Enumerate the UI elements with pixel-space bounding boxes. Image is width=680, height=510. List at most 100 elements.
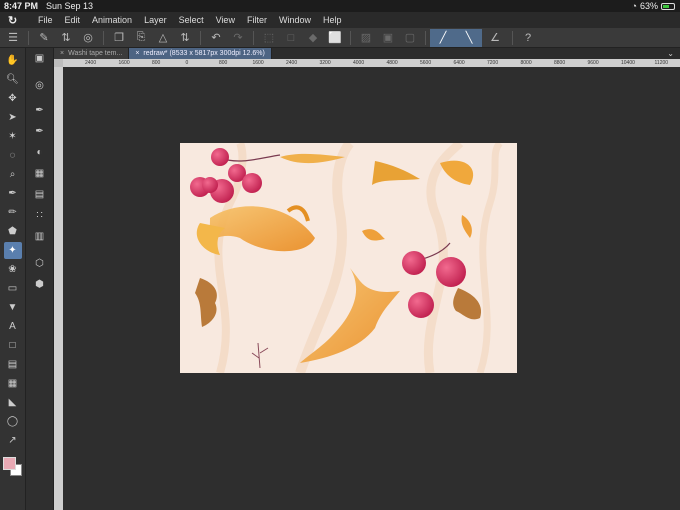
fill-icon[interactable]: ▼ [4,299,22,316]
gradient-icon[interactable]: ▤ [4,356,22,373]
ruler-tick-label: 7200 [487,60,499,66]
figure-icon[interactable]: □ [4,337,22,354]
ruler-tick-label: 4800 [386,60,398,66]
ruler-horizontal: 2400 1600 800 0 800 1600 2400 3200 4000 4800 5600 6… [63,59,680,67]
status-right: ◔ 63% [632,1,675,11]
ruler-tick-label: 5600 [420,60,432,66]
ruler-tick-label: 10400 [621,60,635,66]
ink-icon[interactable]: ⬟ [4,223,22,240]
new-canvas-icon[interactable]: ✎ [33,29,55,47]
menu-animation[interactable]: Animation [92,15,132,25]
decoration-icon[interactable]: ❀ [4,261,22,278]
main-color-swatch[interactable] [2,457,16,470]
color-wheel-icon[interactable]: ◐ [30,142,50,162]
app-logo-icon[interactable]: ↻ [8,14,26,27]
battery-percent: 63% [639,1,658,11]
intermediate-icon[interactable]: ▤ [30,184,50,204]
ruler-tick-label: 800 [152,60,161,66]
ios-status-bar: 8:47 PM Sun Sep 13 ◔ 63% [0,0,680,12]
crop-icon[interactable]: ⬜ [324,29,346,47]
pen-stabilize-icon[interactable]: ╱ [430,28,456,47]
lasso-icon[interactable]: ◌ [4,147,22,164]
select-all-icon[interactable]: ⬚ [258,29,280,47]
sort-icon-2[interactable]: ⇅ [174,29,196,47]
layer-icon[interactable]: ▣ [30,48,50,68]
frame-icon[interactable]: ▦ [4,375,22,392]
ruler-tick-label: 0 [185,60,189,66]
artwork-canvas[interactable] [180,143,517,373]
ruler-tick-label: 2400 [286,60,298,66]
pen-icon[interactable]: ✒ [4,185,22,202]
ruler-corner [54,59,63,67]
tool-palette: ✋ 🔍︎ ✥ ➤ ✶ ◌ ⌕ ✒ ✏ ⬟ ✦ ❀ ▭ ▼ A □ ▤ ▦ ◣ ◯… [0,48,26,510]
ruler-vertical [54,67,63,510]
eraser-icon[interactable]: ▭ [4,280,22,297]
menu-filter[interactable]: Filter [247,15,267,25]
move-icon[interactable]: ✥ [4,90,22,107]
ruler-tick-label: 4000 [353,60,365,66]
wifi-icon: ◔ [631,1,637,11]
material-icon[interactable]: ▥ [30,226,50,246]
tab-washi[interactable]: × Washi tape tem... [54,48,130,59]
expand-icon[interactable]: ▣ [377,29,399,47]
close-icon[interactable]: × [60,50,64,57]
operation-icon[interactable]: ➤ [4,109,22,126]
menu-select[interactable]: Select [179,15,204,25]
brush-size-icon[interactable]: ✒ [30,121,50,141]
tool-property-icon[interactable]: ✒ [30,100,50,120]
ruler-tick-label: 1600 [118,60,130,66]
menu-help[interactable]: Help [323,15,342,25]
help-icon[interactable]: ? [517,29,539,47]
menu-window[interactable]: Window [279,15,311,25]
clip-studio-window: 8:47 PM Sun Sep 13 ◔ 63% ↻ File Edit Ani… [0,0,680,510]
shrink-icon[interactable]: ▢ [399,29,421,47]
ruler-icon[interactable]: ∠ [482,29,508,47]
history-icon[interactable]: ∷ [30,205,50,225]
paste-icon[interactable]: ⎘ [130,29,152,47]
menu-file[interactable]: File [38,15,53,25]
menu-view[interactable]: View [216,15,235,25]
battery-icon [661,2,675,10]
zoom-icon[interactable]: 🔍︎ [4,71,22,88]
navigator-icon[interactable]: ◎ [30,75,50,95]
ruler-tick-label: 11200 [654,60,669,66]
sub-tool-strip: ▣ ◎ ✒ ✒ ◐ ▦ ▤ ∷ ▥ ⬡ ⬢ [26,48,54,510]
fill-icon[interactable]: ◆ [302,29,324,47]
menu-layer[interactable]: Layer [144,15,167,25]
tab-label: Washi tape tem... [68,50,123,57]
menu-icon[interactable]: ☰ [2,29,24,47]
auto-select-icon[interactable]: ✶ [4,128,22,145]
balloon-icon[interactable]: ◯ [4,413,22,430]
correct-line-icon[interactable]: ↗ [4,432,22,449]
clear-icon[interactable]: □ [280,29,302,47]
ruler-tick-label: 8000 [520,60,532,66]
text-icon[interactable]: A [4,318,22,335]
copy-icon[interactable]: ❐ [108,29,130,47]
print-icon[interactable]: △ [152,29,174,47]
color-set-icon[interactable]: ▦ [30,163,50,183]
menu-edit[interactable]: Edit [65,15,81,25]
brush-size-icon[interactable]: ╲ [456,28,482,47]
status-time: 8:47 PM [4,1,39,11]
ruler-icon[interactable]: ◣ [4,394,22,411]
sort-icon[interactable]: ⇅ [55,29,77,47]
close-icon[interactable]: × [135,50,139,57]
layers-icon[interactable]: ⬢ [30,274,50,294]
layer-property-icon[interactable]: ⬡ [30,253,50,273]
redo-icon[interactable]: ↷ [227,29,249,47]
ruler-tick-label: 800 [219,60,228,66]
color-indicator[interactable] [2,457,24,477]
pencil-icon[interactable]: ✏ [4,204,22,221]
ruler-tick-label: 8800 [554,60,566,66]
airbrush-icon[interactable]: ✦ [3,242,22,259]
undo-icon[interactable]: ↶ [205,29,227,47]
tab-redraw[interactable]: × redraw* (8533 x 5817px 300dpi 12.6%) [129,48,272,59]
invert-icon[interactable]: ▨ [355,29,377,47]
eyedropper-icon[interactable]: ⌕ [4,166,22,183]
target-icon[interactable]: ◎ [77,29,99,47]
chevron-down-icon[interactable]: ⌄ [667,49,674,58]
command-bar: ☰ ✎ ⇅ ◎ ❐ ⎘ △ ⇅ ↶ ↷ ⬚ □ ◆ ⬜ ▨ ▣ ▢ ╱ ╲ ∠ … [0,28,680,48]
hand-icon[interactable]: ✋ [4,52,22,69]
ruler-tick-label: 1600 [252,60,264,66]
menu-bar: ↻ File Edit Animation Layer Select View … [0,12,680,28]
